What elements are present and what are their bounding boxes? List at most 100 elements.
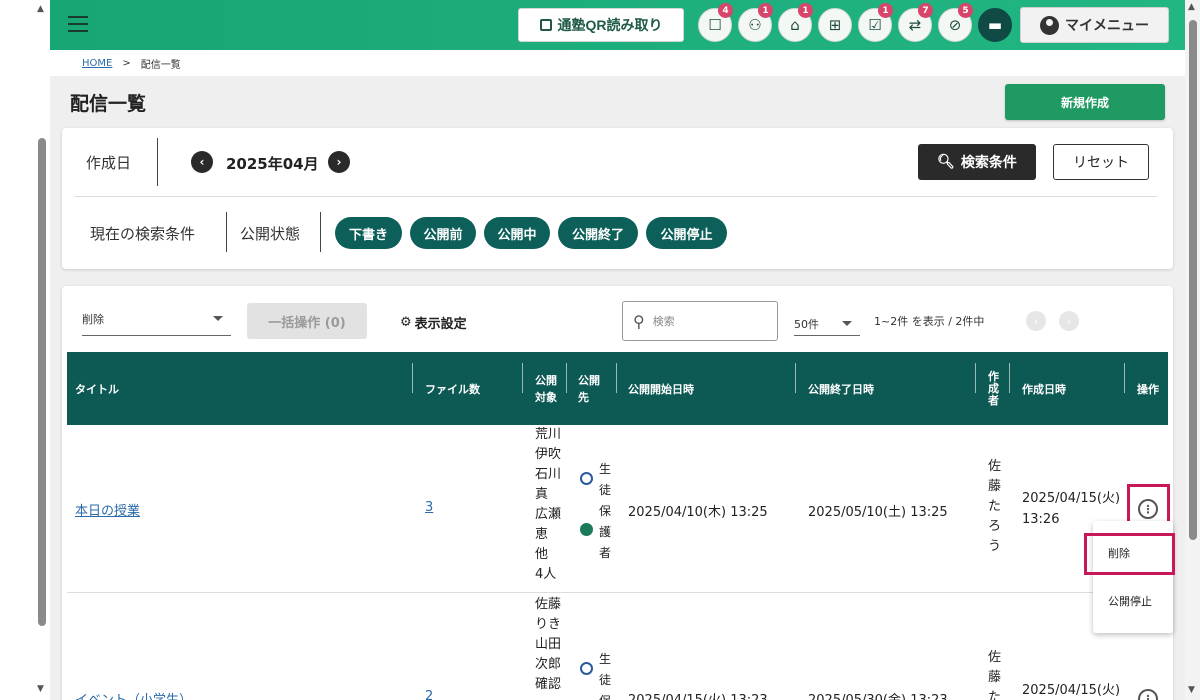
table-row: 本日の授業 3 荒川 伊吹 石川 真 広瀬 恵 他 4人 生 徒 保 護 者 2… (67, 425, 1168, 593)
qr-code-icon (539, 19, 552, 31)
row-files-link[interactable]: 2 (425, 689, 433, 700)
divider (1124, 363, 1125, 393)
row-files-link[interactable]: 3 (425, 500, 433, 515)
row-title-link[interactable]: 本日の授業 (75, 500, 140, 519)
highlight-box (1084, 533, 1175, 575)
per-page-value: 50件 (794, 318, 819, 331)
qr-scan-button[interactable]: 通塾QR読み取り (518, 8, 684, 42)
message-badge: 4 (718, 3, 733, 18)
per-page-select[interactable]: 50件 (794, 312, 860, 336)
user-icon (1040, 15, 1059, 35)
chip-draft[interactable]: 下書き (335, 217, 402, 249)
col-files[interactable]: ファイル数 (425, 352, 480, 425)
breadcrumb-home-link[interactable]: HOME (82, 58, 112, 69)
next-page-icon[interactable]: › (1059, 311, 1079, 331)
search-input[interactable]: ⚲ 検索 (622, 301, 778, 341)
divider (1009, 363, 1010, 393)
row-target: 荒川 伊吹 石川 真 広瀬 恵 他 4人 (535, 427, 562, 582)
gear-icon: ⚙ (400, 315, 412, 330)
page-title: 配信一覧 (70, 93, 147, 115)
row-start: 2025/04/15(火) 13:23 (628, 689, 768, 700)
col-destination: 公開 先 (578, 373, 600, 404)
next-month-icon[interactable]: › (328, 151, 350, 173)
menu-item-stop-publish[interactable]: 公開停止 (1093, 581, 1173, 621)
student-face-icon (580, 661, 593, 676)
col-target: 公開 対象 (535, 373, 557, 404)
col-action: 操作 (1137, 382, 1159, 396)
transfer-icon[interactable]: ⇄ 7 (898, 3, 933, 42)
my-menu-button[interactable]: マイメニュー (1020, 7, 1169, 43)
search-panel: 作成日 ‹ 2025年04月 › 🔍︎ 検索条件 リセット 現在の検索条件 公開… (62, 128, 1173, 269)
divider (975, 363, 976, 393)
scrollbar-thumb[interactable] (38, 138, 46, 626)
search-condition-label: 検索条件 (960, 155, 1017, 171)
bulk-operation-button[interactable]: 一括操作 (0) (247, 303, 367, 339)
col-start[interactable]: 公開開始日時 (628, 352, 694, 425)
prev-month-icon[interactable]: ‹ (191, 151, 213, 173)
school-icon[interactable]: ⌂ 1 (778, 3, 813, 42)
bulk-action-select[interactable]: 削除 (82, 304, 231, 336)
checklist-badge: 1 (878, 3, 893, 18)
checklist-icon[interactable]: ☑ 1 (858, 3, 893, 42)
search-icon: ⚲ (633, 311, 645, 331)
display-setting-button[interactable]: ⚙ 表示設定 (400, 313, 467, 332)
row-author: 佐 藤 た (988, 650, 1002, 700)
search-condition-button[interactable]: 🔍︎ 検索条件 (918, 144, 1036, 180)
divider (795, 363, 796, 393)
chat-icon[interactable]: ▬ (978, 8, 1012, 42)
scroll-up-arrow-icon[interactable]: ▲ (37, 4, 44, 14)
breadcrumb-current: 配信一覧 (140, 59, 181, 71)
qr-scan-label: 通塾QR読み取り (557, 17, 663, 33)
chevron-down-icon (842, 321, 852, 326)
col-end[interactable]: 公開終了日時 (808, 352, 874, 425)
divider (412, 363, 413, 393)
row-title-link[interactable]: イベント（小学生） (75, 689, 192, 700)
scroll-down-arrow-icon[interactable]: ▼ (1188, 685, 1195, 695)
breadcrumb-separator: > (122, 57, 131, 69)
chip-publish-stopped[interactable]: 公開停止 (646, 217, 727, 249)
divider (157, 138, 158, 186)
chevron-down-icon (213, 316, 223, 321)
hamburger-menu-icon[interactable] (68, 16, 88, 34)
display-setting-label: 表示設定 (414, 317, 467, 332)
chip-publish-ended[interactable]: 公開終了 (558, 217, 638, 249)
scroll-down-arrow-icon[interactable]: ▼ (37, 684, 44, 694)
group-icon[interactable]: ⚇ 1 (738, 3, 773, 42)
school-badge: 1 (798, 3, 813, 18)
row-dest-guardian: 保 護 者 (599, 504, 612, 560)
left-scrollbar[interactable]: ▲ ▼ (0, 0, 50, 700)
divider (616, 363, 617, 393)
gift-icon[interactable]: ⊞ (818, 8, 852, 42)
created-date-label: 作成日 (86, 154, 132, 172)
message-icon[interactable]: ☐ 4 (698, 3, 733, 42)
row-created: 2025/04/15(火) (1022, 683, 1121, 698)
transfer-badge: 7 (918, 3, 933, 18)
publish-status-label: 公開状態 (240, 225, 301, 243)
current-condition-label: 現在の検索条件 (90, 225, 196, 243)
row-end: 2025/05/10(土) 13:25 (808, 505, 948, 520)
row-author: 佐 藤 た ろ う (988, 459, 1002, 554)
new-create-button[interactable]: 新規作成 (1005, 84, 1165, 120)
range-text: 1~2件 を表示 / 2件中 (874, 315, 985, 328)
top-header: 通塾QR読み取り ☐ 4 ⚇ 1 ⌂ 1 ⊞ ☑ 1 ⇄ 7 ⊘ 5 ▬ マイメニュー (50, 0, 1185, 50)
row-target: 佐藤 りき 山田 次郎 確認 (535, 597, 562, 692)
no-compass-icon[interactable]: ⊘ 5 (938, 3, 973, 42)
scrollbar-thumb[interactable] (1189, 20, 1197, 540)
table-header: タイトル ファイル数 公開 対象 公開 先 公開開始日時 公開終了日時 作 成 … (67, 352, 1168, 425)
reset-button[interactable]: リセット (1053, 144, 1149, 180)
chip-publishing[interactable]: 公開中 (484, 217, 550, 249)
prev-page-icon[interactable]: ‹ (1026, 311, 1046, 331)
col-author: 作 成 者 (988, 369, 999, 407)
row-end: 2025/05/30(金) 13:23 (808, 689, 948, 700)
search-icon: 🔍︎ (937, 154, 955, 170)
breadcrumb: HOME > 配信一覧 (50, 50, 1185, 76)
right-scrollbar[interactable]: ▲ ▼ (1185, 0, 1200, 700)
col-created[interactable]: 作成日時 (1022, 352, 1066, 425)
row-dest-student: 生 徒 (599, 462, 612, 497)
col-title[interactable]: タイトル (75, 352, 119, 425)
chip-before-publish[interactable]: 公開前 (410, 217, 476, 249)
guardian-face-icon (580, 522, 593, 537)
divider (320, 212, 321, 252)
divider (566, 363, 567, 393)
scroll-up-arrow-icon[interactable]: ▲ (1188, 2, 1195, 12)
